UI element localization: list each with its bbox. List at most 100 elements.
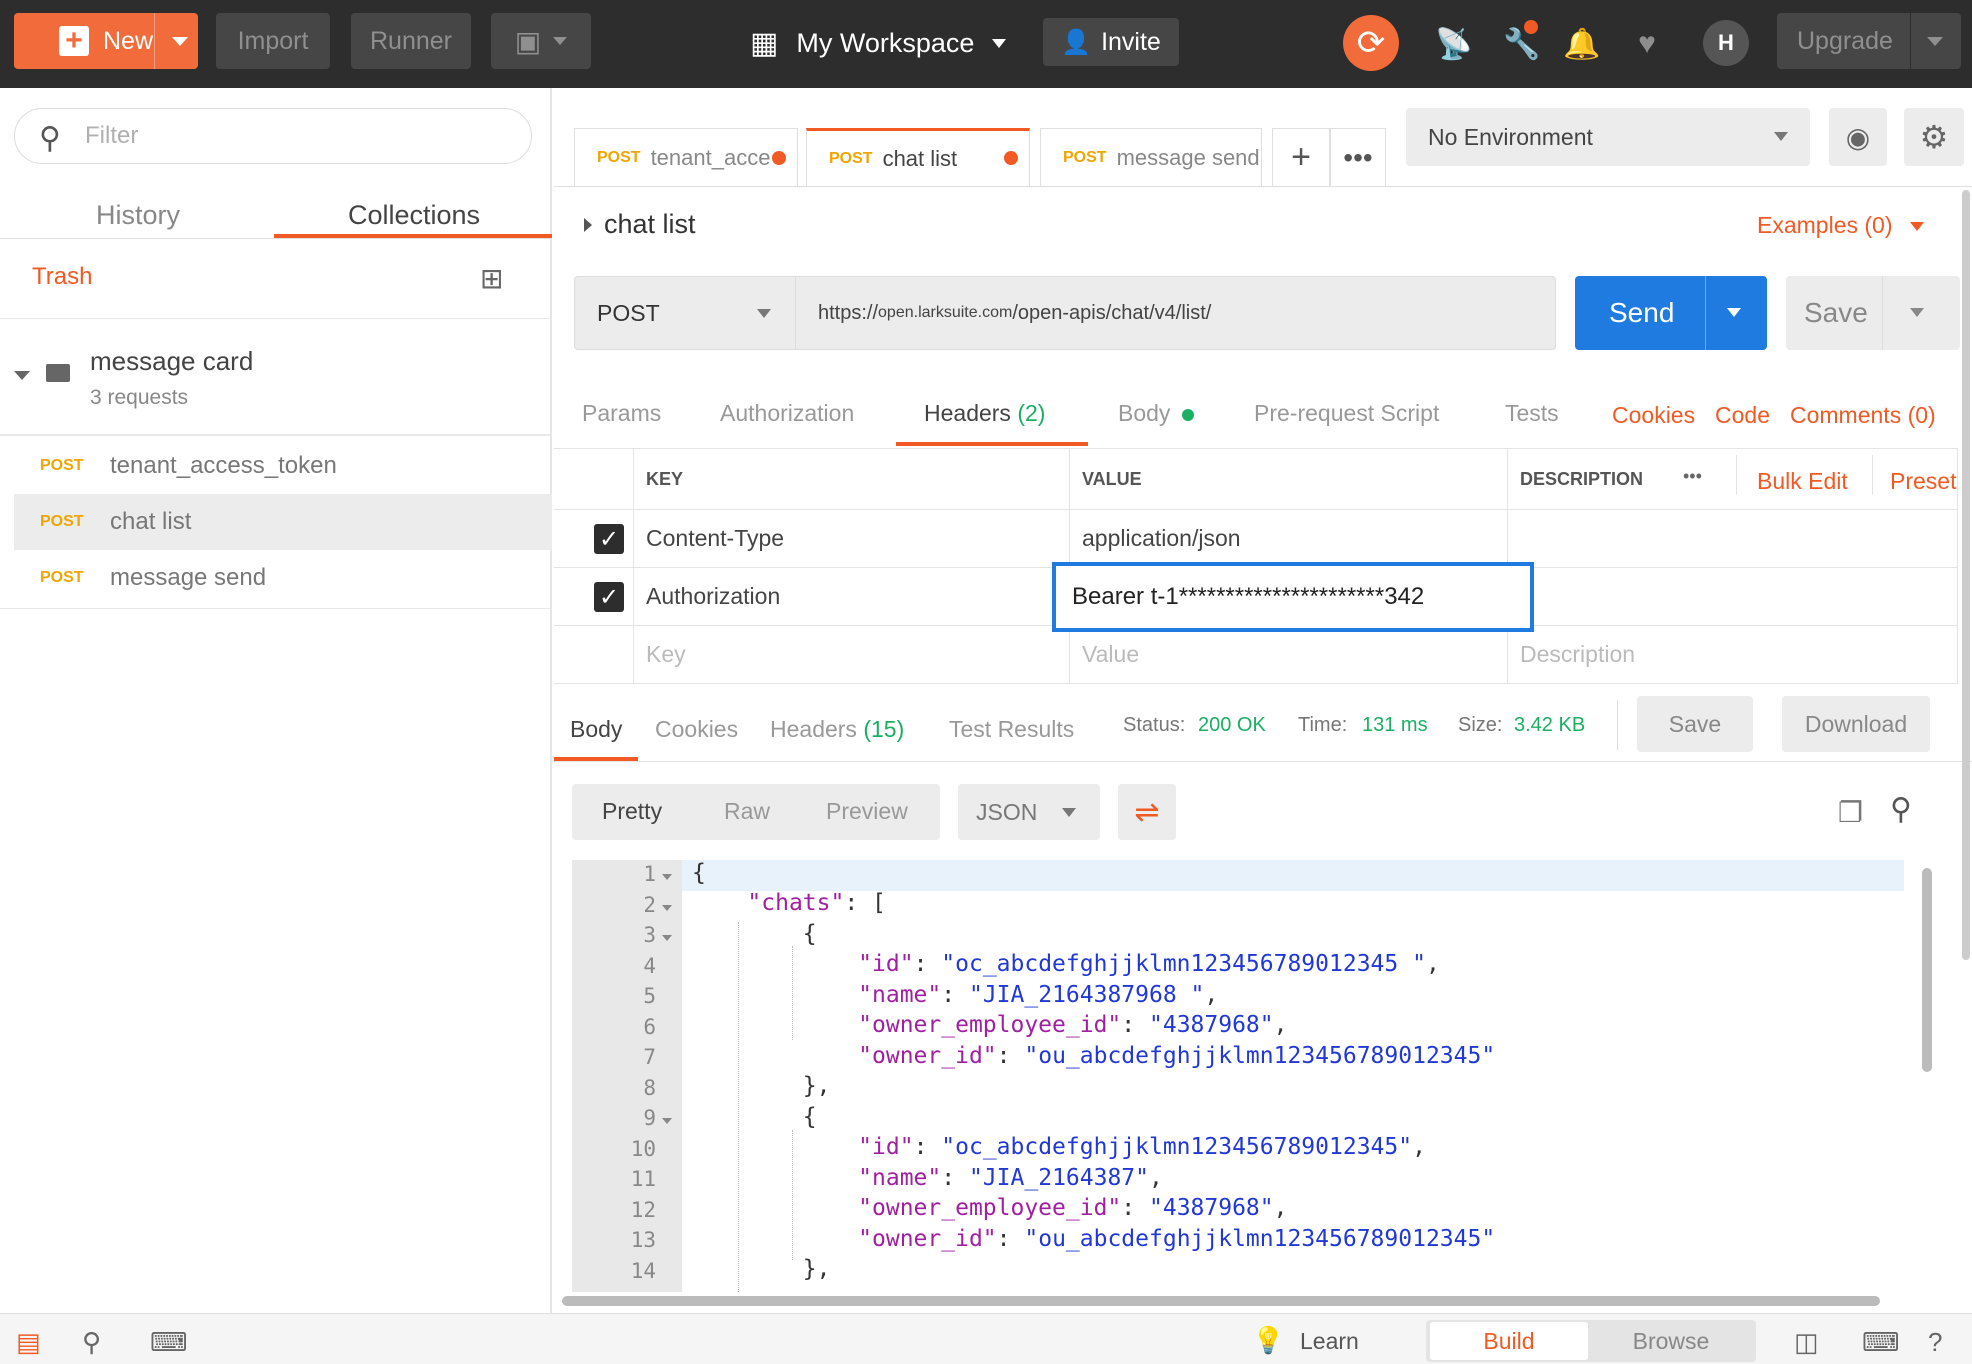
eye-icon[interactable]: ◉ — [1829, 108, 1887, 166]
header-key-cell[interactable]: Authorization — [634, 568, 1070, 626]
more-icon[interactable]: ••• — [1330, 128, 1386, 186]
new-key-input[interactable]: Key — [634, 626, 1070, 684]
request-tab-message-send[interactable]: POST message send — [1040, 128, 1262, 186]
tab-response-body[interactable]: Body — [570, 716, 622, 743]
vertical-scrollbar[interactable] — [1922, 868, 1932, 1072]
cookies-link[interactable]: Cookies — [1612, 402, 1695, 429]
learn-link[interactable]: Learn — [1300, 1328, 1359, 1355]
browse-tab[interactable]: Browse — [1590, 1322, 1752, 1360]
tab-history[interactable]: History — [0, 188, 276, 242]
tab-tests[interactable]: Tests — [1505, 400, 1559, 427]
method-badge: POST — [40, 457, 84, 474]
chevron-down-icon[interactable] — [1727, 308, 1741, 317]
tab-response-cookies[interactable]: Cookies — [655, 716, 738, 743]
sidebar-item-chat-list[interactable]: POST chat list — [14, 494, 552, 550]
wrap-lines-icon[interactable]: ⇌ — [1118, 784, 1176, 840]
comments-link[interactable]: Comments (0) — [1790, 402, 1936, 429]
view-preview[interactable]: Preview — [826, 798, 908, 825]
format-select[interactable]: JSON — [958, 784, 1100, 840]
lightbulb-icon[interactable]: 💡 — [1252, 1325, 1284, 1356]
view-raw[interactable]: Raw — [724, 798, 770, 825]
sync-icon[interactable]: ⟳ — [1343, 15, 1399, 71]
header-value-cell[interactable]: application/json — [1070, 510, 1508, 568]
new-collection-icon[interactable]: ⊞ — [480, 262, 503, 295]
page-scrollbar[interactable] — [1962, 190, 1970, 960]
horizontal-scrollbar[interactable] — [562, 1296, 1880, 1306]
chevron-down-icon[interactable] — [1910, 222, 1924, 231]
new-description-input[interactable]: Description — [1508, 626, 1958, 684]
keyboard-icon[interactable]: ⌨ — [1862, 1327, 1900, 1358]
tab-params[interactable]: Params — [582, 400, 661, 427]
trash-link[interactable]: Trash — [32, 263, 92, 291]
environment-select[interactable]: No Environment — [1406, 108, 1810, 166]
build-tab[interactable]: Build — [1430, 1322, 1588, 1360]
fold-toggle-icon[interactable] — [662, 904, 672, 911]
authorization-value-field[interactable]: Bearer t-1**********************342 — [1052, 562, 1534, 632]
fold-toggle-icon[interactable] — [662, 935, 672, 941]
sidebar-item-message-send[interactable]: POST message send — [14, 550, 552, 606]
runner-button[interactable]: Runner — [351, 13, 471, 69]
url-host: open.larksuite.com — [878, 304, 1013, 321]
tab-pre-request-script[interactable]: Pre-request Script — [1254, 400, 1439, 427]
satellite-icon[interactable]: 📡 — [1432, 22, 1476, 66]
console-icon[interactable]: ⌨ — [150, 1327, 188, 1358]
sidebar-toggle-icon[interactable]: ▤ — [16, 1327, 41, 1358]
method-select[interactable]: POST — [574, 276, 796, 350]
tab-body[interactable]: Body — [1118, 400, 1170, 427]
search-icon[interactable]: ⚲ — [1890, 792, 1912, 827]
chevron-down-icon[interactable] — [1927, 37, 1943, 46]
request-tab-tenant[interactable]: POST tenant_acce — [574, 128, 798, 186]
bulk-edit-link[interactable]: Bulk Edit — [1757, 468, 1848, 495]
code-link[interactable]: Code — [1715, 402, 1770, 429]
gear-icon[interactable]: ⚙ — [1904, 108, 1964, 166]
header-description-cell[interactable] — [1508, 510, 1958, 568]
send-button[interactable]: Send — [1575, 276, 1767, 350]
avatar[interactable]: H — [1703, 20, 1749, 66]
header-enabled-checkbox[interactable]: ✓ — [594, 582, 624, 612]
status-value[interactable]: 200 OK — [1198, 714, 1266, 737]
tab-test-results[interactable]: Test Results — [949, 716, 1074, 743]
header-enabled-checkbox[interactable]: ✓ — [594, 524, 624, 554]
sidebar-item-tenant-access-token[interactable]: POST tenant_access_token — [14, 438, 552, 494]
examples-dropdown[interactable]: Examples (0) — [1757, 212, 1892, 239]
chevron-down-icon[interactable] — [172, 37, 188, 46]
help-icon[interactable]: ? — [1928, 1327, 1942, 1358]
filter-input[interactable]: ⚲ Filter — [14, 108, 532, 164]
fold-toggle-icon[interactable] — [662, 1118, 672, 1124]
method-badge: POST — [40, 569, 84, 586]
time-value[interactable]: 131 ms — [1362, 714, 1428, 737]
workspace-selector[interactable]: ▦ My Workspace — [750, 18, 1007, 68]
save-response-button[interactable]: Save — [1637, 696, 1753, 752]
heart-icon[interactable]: ♥ — [1625, 22, 1669, 66]
add-tab-icon[interactable]: + — [1272, 128, 1330, 186]
more-icon[interactable]: ••• — [1683, 466, 1702, 487]
invite-button[interactable]: 👤 Invite — [1043, 18, 1179, 66]
tab-headers[interactable]: Headers (2) — [924, 400, 1045, 427]
url-input[interactable]: https://open.larksuite.com/open-apis/cha… — [796, 276, 1556, 350]
copy-icon[interactable]: ❐ — [1838, 796, 1863, 829]
chevron-right-icon[interactable] — [584, 218, 592, 232]
fold-toggle-icon[interactable] — [662, 874, 672, 880]
collection-name[interactable]: message card — [90, 346, 253, 377]
two-pane-icon[interactable]: ◫ — [1794, 1327, 1819, 1358]
import-button[interactable]: Import — [216, 13, 330, 69]
presets-link[interactable]: Preset — [1890, 468, 1956, 495]
bell-icon[interactable]: 🔔 — [1560, 22, 1604, 66]
upgrade-button[interactable]: Upgrade — [1777, 13, 1961, 69]
header-key-cell[interactable]: Content-Type — [634, 510, 1070, 568]
response-body-editor[interactable]: 1 2 3 4 5 6 7 8 9 10 11 12 13 14 { "chats": [ { "id":… — [572, 860, 1916, 1292]
size-value[interactable]: 3.42 KB — [1514, 714, 1585, 737]
tab-authorization[interactable]: Authorization — [720, 400, 854, 427]
save-button[interactable]: Save — [1786, 276, 1960, 350]
chevron-down-icon[interactable] — [1910, 308, 1924, 317]
new-button[interactable]: + New — [14, 13, 198, 69]
find-icon[interactable]: ⚲ — [82, 1327, 101, 1358]
header-description-cell[interactable] — [1508, 568, 1958, 626]
request-tab-chat-list[interactable]: POST chat list — [806, 128, 1030, 186]
new-window-button[interactable]: ▣ — [491, 13, 591, 69]
new-value-input[interactable]: Value — [1070, 626, 1508, 684]
tab-response-headers[interactable]: Headers (15) — [770, 716, 904, 743]
view-pretty[interactable]: Pretty — [602, 798, 662, 825]
chevron-down-icon[interactable] — [14, 371, 30, 380]
download-button[interactable]: Download — [1782, 696, 1930, 752]
